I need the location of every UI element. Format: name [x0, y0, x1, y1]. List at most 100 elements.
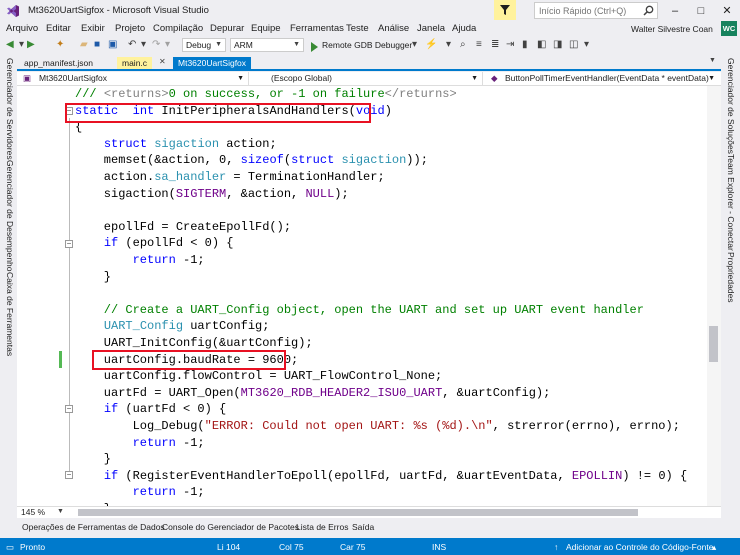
- menu-depurar[interactable]: Depurar: [210, 23, 244, 34]
- project-select[interactable]: ▣ Mt3620UartSigfox ▼: [19, 72, 249, 85]
- source-control-up-icon[interactable]: ↑: [554, 542, 558, 552]
- navigate-back-dropdown-icon[interactable]: ▾: [19, 37, 24, 53]
- solution-explorer-tab[interactable]: Gerenciador de Soluções: [726, 58, 736, 154]
- code-line[interactable]: action.sa_handler = TerminationHandler;: [75, 169, 385, 186]
- tab-data-tools-operations[interactable]: Operações de Ferramentas de Dados: [22, 522, 165, 532]
- indent-icon[interactable]: ⇥: [506, 37, 514, 53]
- code-line[interactable]: // Create a UART_Config object, open the…: [75, 302, 644, 319]
- menu-arquivo[interactable]: Arquivo: [6, 23, 38, 34]
- prev-bookmark-icon[interactable]: ◧: [537, 37, 546, 53]
- code-line[interactable]: uartFd = UART_Open(MT3620_RDB_HEADER2_IS…: [75, 385, 551, 402]
- navigate-forward-icon[interactable]: ▶: [27, 37, 35, 53]
- code-line[interactable]: uartConfig.flowControl = UART_FlowContro…: [75, 368, 442, 385]
- code-line[interactable]: return -1;: [75, 252, 205, 269]
- code-line[interactable]: if (uartFd < 0) {: [75, 401, 226, 418]
- user-name[interactable]: Walter Silvestre Coan: [631, 24, 713, 34]
- performance-explorer-tab[interactable]: Gerenciador de Desempenho: [5, 160, 15, 272]
- code-line[interactable]: sigaction(SIGTERM, &action, NULL);: [75, 186, 349, 203]
- chevron-up-icon[interactable]: ▴: [712, 542, 716, 553]
- menu-ferramentas[interactable]: Ferramentas: [290, 23, 344, 34]
- code-editor[interactable]: /// <returns>0 on success, or -1 on fail…: [17, 86, 707, 506]
- undo-dropdown-icon[interactable]: ▾: [141, 37, 146, 53]
- toolbar-overflow-icon[interactable]: ▾: [584, 37, 589, 53]
- member-select[interactable]: ◆ ButtonPollTimerEventHandler(EventData …: [485, 72, 719, 85]
- play-icon[interactable]: [311, 42, 318, 52]
- search-icon[interactable]: [643, 5, 654, 16]
- feedback-filter-icon[interactable]: [494, 0, 516, 20]
- vertical-scrollbar[interactable]: [707, 86, 721, 506]
- solution-platform-select[interactable]: ARM ▼: [230, 38, 304, 52]
- code-line[interactable]: struct sigaction action;: [75, 136, 277, 153]
- navigate-back-icon[interactable]: ◀: [6, 37, 14, 53]
- redo-icon[interactable]: ↷: [152, 37, 160, 53]
- toolbox-tab[interactable]: Caixa de Ferramentas: [5, 272, 15, 356]
- vertical-scrollbar-thumb[interactable]: [709, 326, 718, 362]
- server-explorer-tab[interactable]: Gerenciador de Servidores: [5, 58, 15, 160]
- open-folder-icon[interactable]: ▰: [80, 37, 88, 53]
- maximize-button[interactable]: □: [690, 2, 712, 20]
- properties-tab[interactable]: Propriedades: [726, 252, 736, 303]
- next-bookmark-icon[interactable]: ◨: [553, 37, 562, 53]
- code-line[interactable]: }: [75, 451, 111, 468]
- code-line[interactable]: }: [75, 269, 111, 286]
- quick-launch-input[interactable]: [535, 3, 639, 18]
- member-select-value: ButtonPollTimerEventHandler(EventData * …: [505, 73, 709, 83]
- team-explorer-tab[interactable]: Team Explorer - Conectar: [726, 154, 736, 251]
- zoom-level-select[interactable]: 145 %: [21, 507, 45, 518]
- bookmark-icon[interactable]: ▮: [522, 37, 528, 53]
- undo-icon[interactable]: ↶: [128, 37, 136, 53]
- code-line[interactable]: epollFd = CreateEpollFd();: [75, 219, 291, 236]
- menu-janela[interactable]: Janela: [417, 23, 445, 34]
- tab-app-manifest[interactable]: app_manifest.json: [19, 57, 98, 69]
- tab-list-dropdown-icon[interactable]: ▼: [709, 57, 716, 64]
- close-button[interactable]: ✕: [716, 2, 738, 20]
- code-line[interactable]: /// <returns>0 on success, or -1 on fail…: [75, 86, 457, 103]
- code-token: UART_Config: [103, 319, 184, 334]
- menu-projeto[interactable]: Projeto: [115, 23, 145, 34]
- chevron-down-icon[interactable]: ▼: [57, 508, 64, 515]
- tab-main-c[interactable]: main.c: [117, 57, 153, 69]
- uncomment-icon[interactable]: ≣: [491, 37, 499, 53]
- new-project-icon[interactable]: ✦: [56, 37, 64, 53]
- collapse-block-icon[interactable]: −: [65, 240, 73, 248]
- tab-error-list[interactable]: Lista de Erros: [296, 522, 348, 532]
- redo-dropdown-icon[interactable]: ▾: [165, 37, 170, 53]
- menu-equipe[interactable]: Equipe: [251, 23, 281, 34]
- tab-output[interactable]: Saída: [352, 522, 374, 532]
- scope-select[interactable]: (Escopo Global) ▼: [251, 72, 483, 85]
- comment-icon[interactable]: ≡: [476, 37, 482, 53]
- clear-bookmarks-icon[interactable]: ◫: [569, 37, 578, 53]
- code-line[interactable]: return -1;: [75, 484, 205, 501]
- solution-configuration-select[interactable]: Debug ▼: [182, 38, 226, 52]
- code-line[interactable]: if (RegisterEventHandlerToEpoll(epollFd,…: [75, 468, 687, 485]
- toolbar-options-icon[interactable]: ▾: [446, 37, 451, 53]
- user-avatar[interactable]: WC: [721, 21, 737, 36]
- menu-analise[interactable]: Análise: [378, 23, 409, 34]
- menu-editar[interactable]: Editar: [46, 23, 71, 34]
- code-line[interactable]: UART_Config uartConfig;: [75, 318, 270, 335]
- code-token: EPOLLIN: [571, 468, 623, 483]
- menu-exibir[interactable]: Exibir: [81, 23, 105, 34]
- browser-link-icon[interactable]: ⚡: [425, 37, 437, 53]
- save-all-icon[interactable]: ▣: [108, 37, 117, 53]
- menu-compilacao[interactable]: Compilação: [153, 23, 203, 34]
- tab-package-manager-console[interactable]: Console do Gerenciador de Pacotes: [162, 522, 299, 532]
- menu-ajuda[interactable]: Ajuda: [452, 23, 476, 34]
- save-icon[interactable]: ■: [94, 37, 100, 53]
- start-debugger-button[interactable]: Remote GDB Debugger: [322, 40, 412, 50]
- horizontal-scrollbar-thumb[interactable]: [78, 509, 638, 516]
- run-dropdown-icon[interactable]: ▾: [412, 37, 417, 53]
- tab-project[interactable]: Mt3620UartSigfox: [173, 57, 252, 69]
- code-line[interactable]: return -1;: [75, 435, 205, 452]
- collapse-block-icon[interactable]: −: [65, 471, 73, 479]
- quick-launch-box[interactable]: [534, 2, 658, 19]
- code-line[interactable]: memset(&action, 0, sizeof(struct sigacti…: [75, 152, 428, 169]
- code-line[interactable]: Log_Debug("ERROR: Could not open UART: %…: [75, 418, 680, 435]
- minimize-button[interactable]: –: [664, 2, 686, 20]
- tab-close-icon[interactable]: ✕: [159, 57, 166, 66]
- find-icon[interactable]: ⌕: [460, 37, 466, 53]
- code-line[interactable]: if (epollFd < 0) {: [75, 235, 234, 252]
- add-to-source-control-button[interactable]: Adicionar ao Controle do Código-Fonte: [566, 542, 713, 552]
- collapse-block-icon[interactable]: −: [65, 405, 73, 413]
- menu-teste[interactable]: Teste: [346, 23, 369, 34]
